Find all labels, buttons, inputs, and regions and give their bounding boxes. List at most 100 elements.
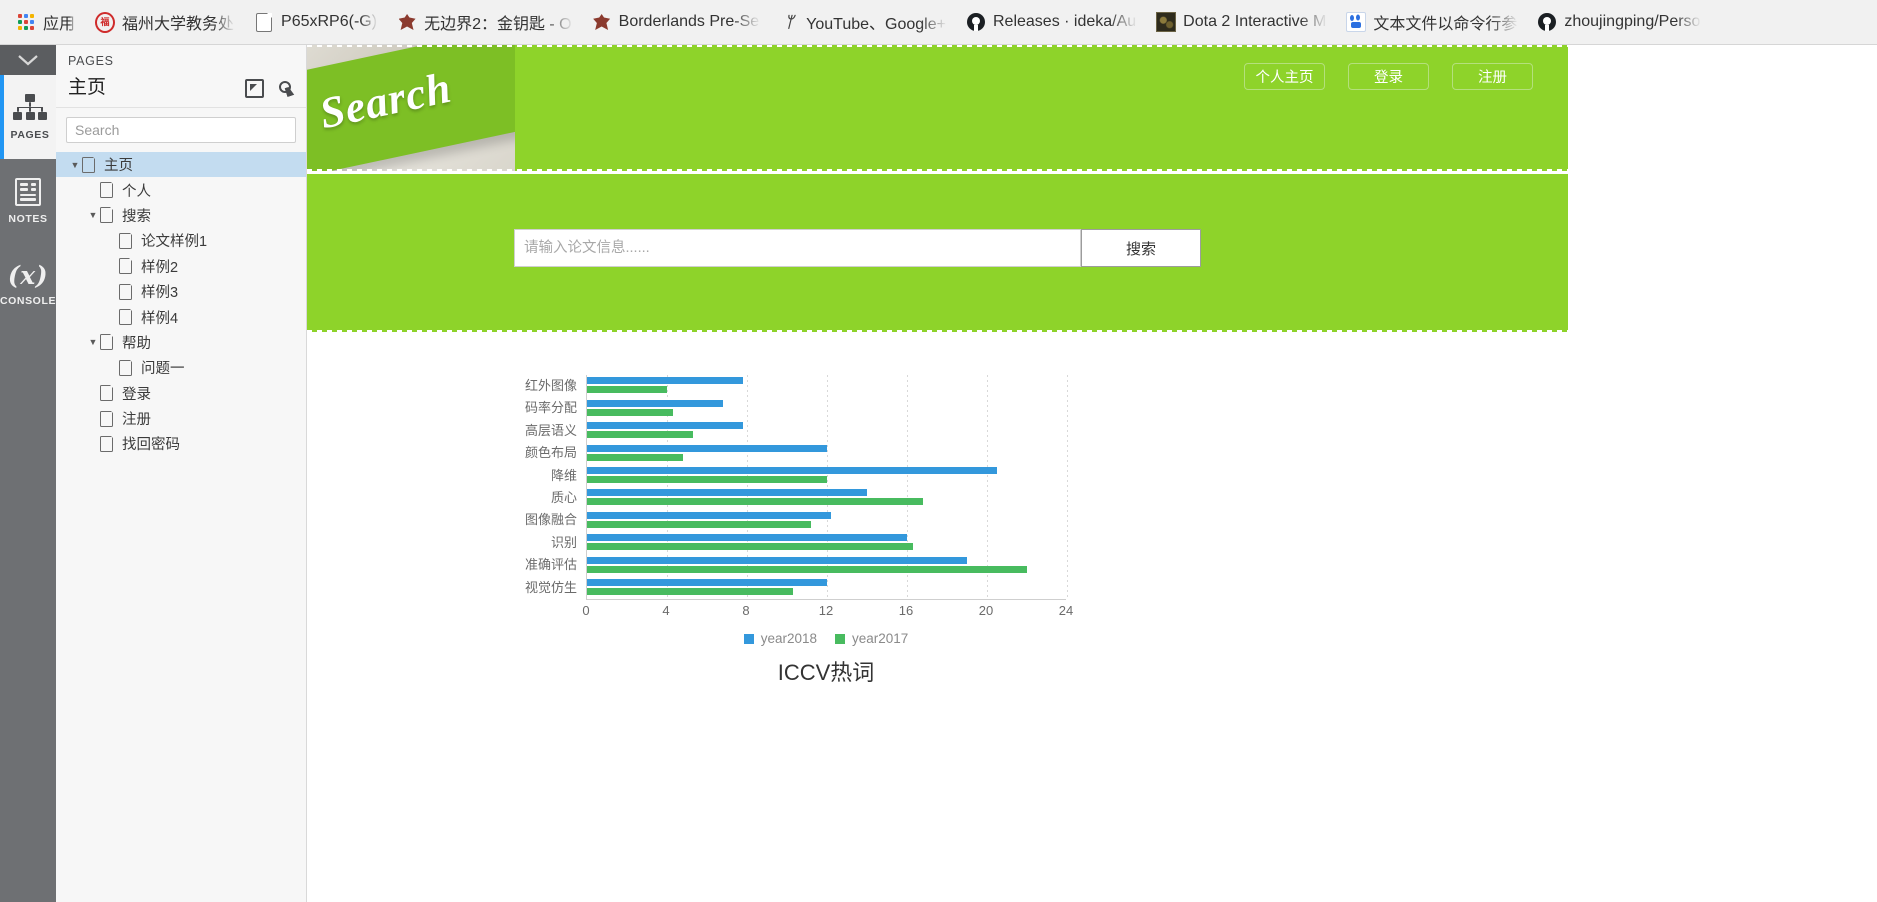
rail-item-notes[interactable]: NOTES bbox=[0, 159, 56, 243]
youtube-icon: ᛘ bbox=[784, 12, 794, 31]
fuzhou-university-icon: 福 bbox=[95, 11, 116, 33]
legend-label: year2018 bbox=[760, 631, 817, 646]
tree-item-geren[interactable]: 个人 bbox=[56, 177, 306, 202]
chart-bar bbox=[587, 475, 827, 483]
bookmark-baidu-text-file[interactable]: 文本文件以命令行参 bbox=[1336, 6, 1527, 38]
tree-item-label: 登录 bbox=[122, 386, 151, 403]
page-icon bbox=[119, 359, 133, 376]
chart-bar-group bbox=[587, 420, 1067, 442]
chart-bar-group bbox=[587, 465, 1067, 487]
chevron-down-icon[interactable]: ▼ bbox=[68, 158, 82, 172]
page-icon bbox=[100, 206, 114, 224]
chevron-down-icon bbox=[18, 55, 38, 66]
chart-bar bbox=[587, 534, 907, 542]
borderlands-icon bbox=[592, 12, 612, 32]
page-icon bbox=[119, 232, 133, 249]
tree-item-zhuye[interactable]: ▼ 主页 bbox=[56, 152, 306, 178]
tree-item-label: 论文样例1 bbox=[141, 234, 208, 251]
page-icon bbox=[100, 409, 114, 427]
rail-item-label: CONSOLE bbox=[0, 295, 57, 307]
search-submit-button[interactable]: 搜索 bbox=[1081, 229, 1201, 267]
tree-item-label: 搜索 bbox=[122, 208, 151, 225]
tree-item-label: 主页 bbox=[104, 158, 133, 175]
pages-search-input[interactable] bbox=[66, 117, 296, 143]
bookmark-p65xrp6[interactable]: P65xRP6(-G) bbox=[244, 8, 387, 36]
left-icon-rail: PAGES NOTES (x) CONSOLE bbox=[0, 45, 56, 902]
tree-item-zhuce[interactable]: 注册 bbox=[56, 406, 306, 431]
bookmark-borderlands-2[interactable]: 无边界2：金钥匙 - O bbox=[387, 6, 582, 38]
tree-item-yangli4[interactable]: 样例4 bbox=[56, 304, 306, 329]
chart-bar bbox=[587, 587, 793, 595]
tree-item-label: 样例2 bbox=[141, 259, 179, 276]
tree-item-yangli2[interactable]: 样例2 bbox=[56, 254, 306, 279]
chart-bar bbox=[587, 498, 923, 506]
chart-category-label: 准确评估 bbox=[524, 557, 577, 573]
chart-bar bbox=[587, 431, 693, 439]
page-icon bbox=[100, 181, 114, 199]
page-icon bbox=[100, 435, 114, 452]
tree-item-label: 帮助 bbox=[122, 335, 151, 352]
tree-item-label: 问题一 bbox=[141, 361, 185, 378]
bookmark-label: Borderlands Pre-Se bbox=[618, 13, 760, 30]
github-icon bbox=[966, 12, 986, 32]
collapse-panel-button[interactable] bbox=[0, 45, 56, 75]
legend-swatch-icon bbox=[835, 633, 845, 644]
chevron-down-icon[interactable]: ▼ bbox=[86, 208, 100, 222]
chart-category-labels: 红外图像 码率分配 高层语义 颜色布局 降维 质心 图像融合 识别 准确评估 视… bbox=[507, 375, 577, 599]
chart-category-label: 红外图像 bbox=[524, 378, 577, 393]
tree-item-yangli3[interactable]: 样例3 bbox=[56, 279, 306, 304]
chart-bar-group bbox=[587, 509, 1067, 531]
chart-bar-group bbox=[587, 397, 1067, 419]
bookmark-apps[interactable]: 应用 bbox=[6, 6, 85, 38]
bookmark-borderlands-pre-sequel[interactable]: Borderlands Pre-Se bbox=[582, 8, 770, 36]
page-icon bbox=[100, 384, 114, 402]
tree-item-bangzhu[interactable]: ▼ 帮助 bbox=[56, 330, 306, 355]
tree-item-label: 注册 bbox=[122, 412, 151, 429]
register-button[interactable]: 注册 bbox=[1452, 63, 1533, 90]
bookmark-label: Dota 2 Interactive M bbox=[1183, 13, 1327, 30]
rail-item-console[interactable]: (x) CONSOLE bbox=[0, 243, 56, 327]
chart-x-tick: 8 bbox=[742, 603, 750, 618]
rail-item-pages[interactable]: PAGES bbox=[0, 75, 56, 159]
bookmark-github-zhoujingping[interactable]: zhoujingping/Perso bbox=[1527, 8, 1710, 36]
bookmark-label: 无边界2：金钥匙 - O bbox=[424, 16, 572, 33]
tree-item-wentiyi[interactable]: 问题一 bbox=[56, 355, 306, 380]
bookmark-youtube[interactable]: ᛘ YouTube、Google+ bbox=[769, 6, 956, 38]
pages-panel-header: PAGES 主页 bbox=[56, 45, 306, 108]
baidu-icon bbox=[1346, 12, 1367, 32]
bookmark-fuzhou-university[interactable]: 福 福州大学教务处 bbox=[85, 6, 244, 38]
legend-item-year2018[interactable]: year2018 bbox=[743, 631, 817, 646]
bookmark-label: YouTube、Google+ bbox=[806, 16, 946, 33]
chart-x-tick: 16 bbox=[898, 603, 914, 618]
tree-item-label: 样例4 bbox=[141, 310, 179, 327]
chart-category-label: 降维 bbox=[550, 467, 577, 483]
export-icon[interactable] bbox=[245, 79, 264, 98]
bookmark-label: 文本文件以命令行参 bbox=[1373, 16, 1518, 33]
chart-x-tick: 0 bbox=[582, 603, 590, 618]
legend-item-year2017[interactable]: year2017 bbox=[835, 631, 908, 646]
borderlands-icon bbox=[397, 12, 417, 32]
tree-item-lunwenyangli1[interactable]: 论文样例1 bbox=[56, 228, 306, 253]
chart-bar bbox=[587, 466, 997, 474]
pages-panel: PAGES 主页 ▼ 主页 个人 ▼ 搜索 论文样例1 bbox=[56, 45, 307, 902]
tree-item-denglu[interactable]: 登录 bbox=[56, 381, 306, 406]
console-icon: (x) bbox=[7, 261, 49, 290]
chart-x-axis-line bbox=[586, 599, 1066, 600]
bookmark-dota2[interactable]: Dota 2 Interactive M bbox=[1146, 8, 1336, 36]
github-icon bbox=[1537, 12, 1557, 32]
preview-icon[interactable] bbox=[279, 80, 295, 97]
login-button[interactable]: 登录 bbox=[1348, 63, 1429, 90]
chevron-down-icon[interactable]: ▼ bbox=[86, 335, 100, 349]
paper-search-input[interactable] bbox=[514, 229, 1081, 267]
search-keyboard-photo: Search bbox=[307, 45, 515, 171]
tree-item-zhaohuimima[interactable]: 找回密码 bbox=[56, 431, 306, 456]
bookmark-github-releases[interactable]: Releases · ideka/Au bbox=[956, 8, 1146, 36]
bookmark-label: P65xRP6(-G) bbox=[281, 13, 378, 30]
tree-item-sousuo[interactable]: ▼ 搜索 bbox=[56, 203, 306, 228]
personal-home-button[interactable]: 个人主页 bbox=[1244, 63, 1325, 90]
